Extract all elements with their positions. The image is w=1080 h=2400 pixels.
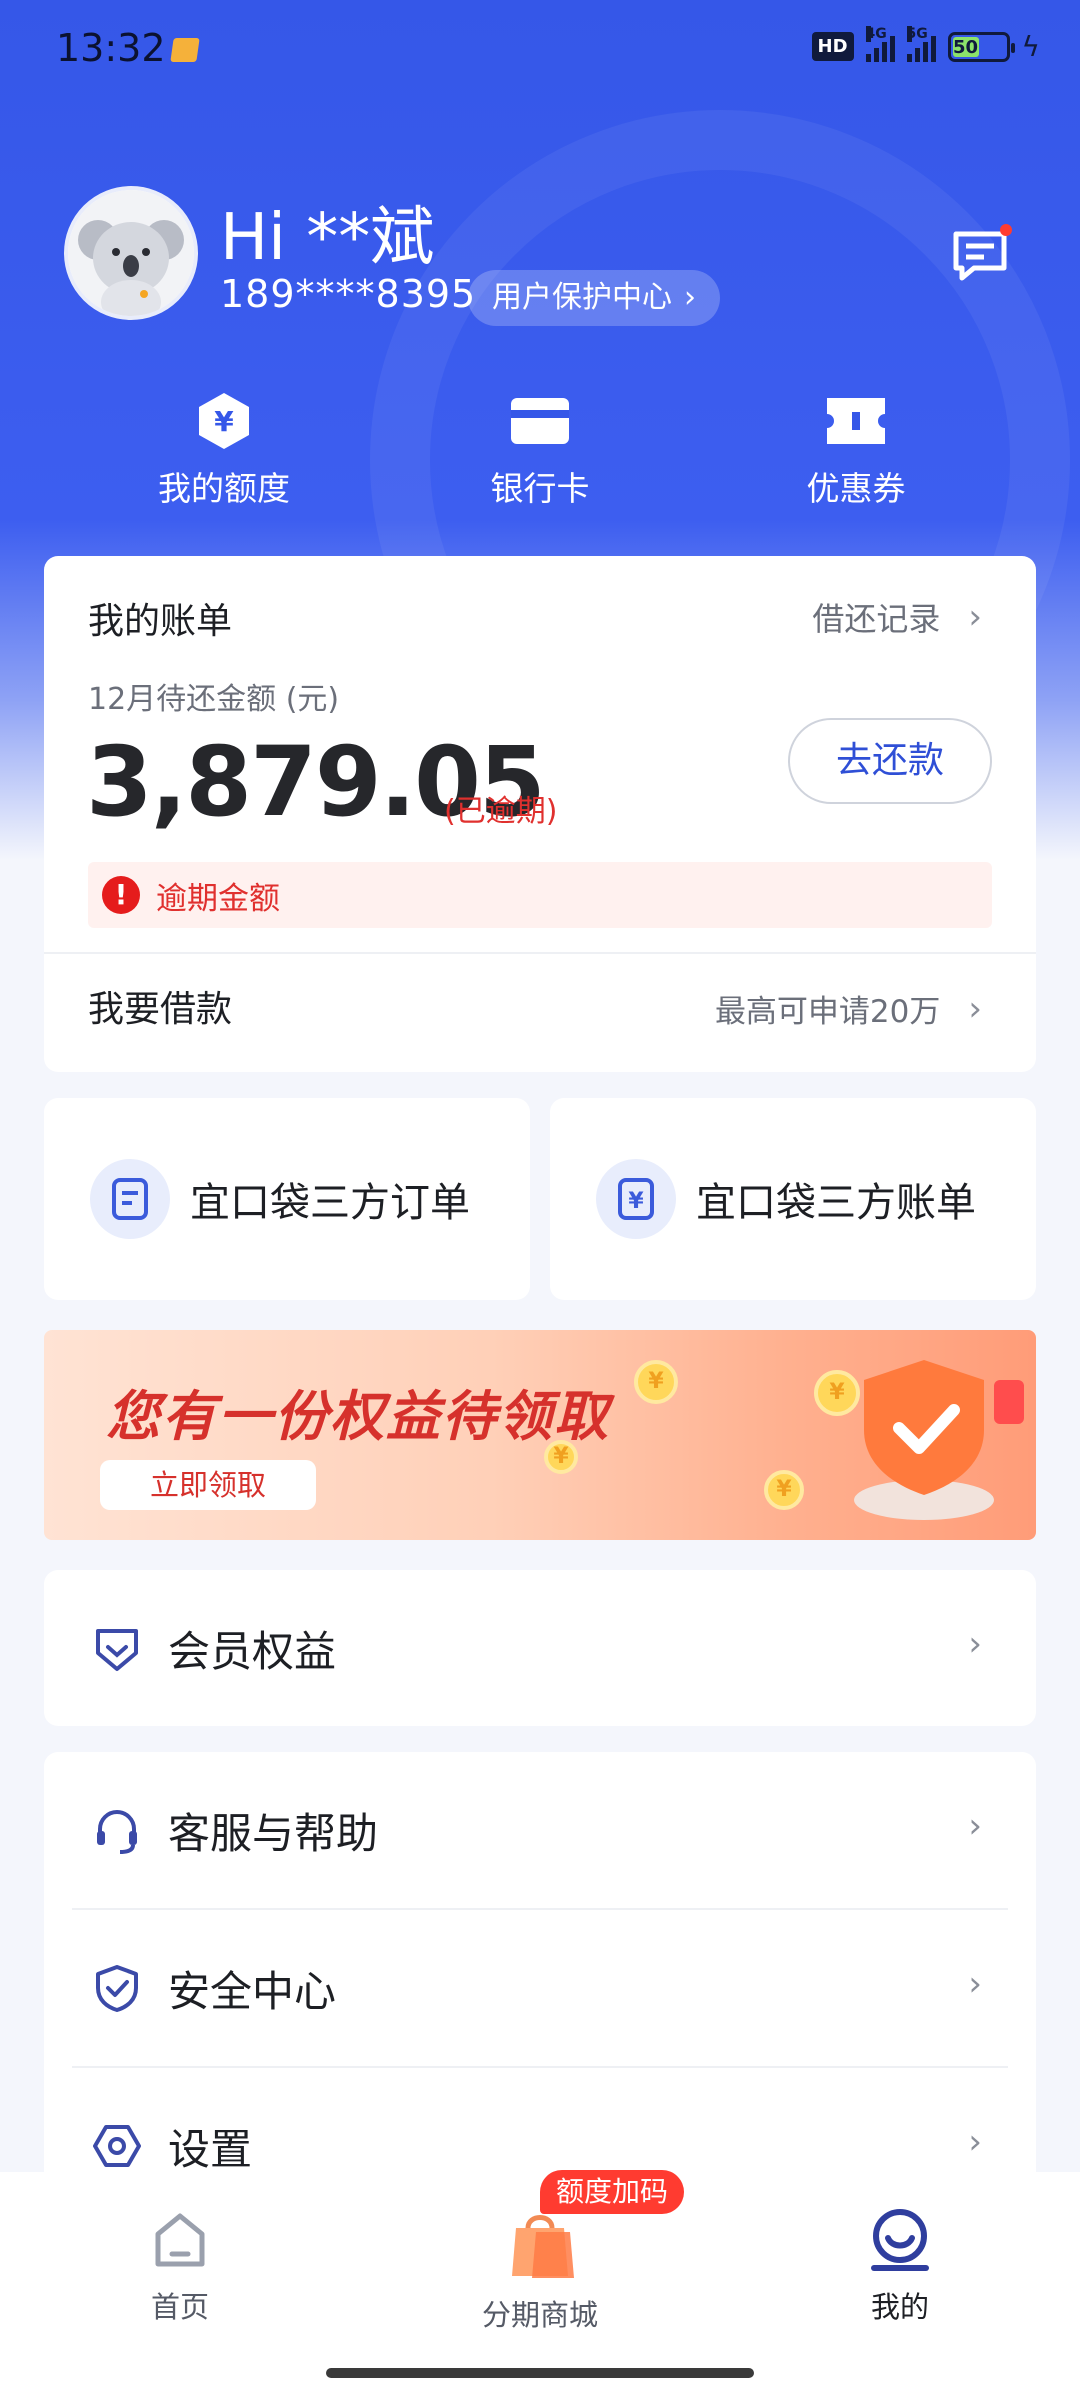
bill-title: 我的账单 [88,601,233,642]
koala-avatar-icon [68,190,194,316]
quota-boost-badge: 额度加码 [540,2170,685,2214]
menu-item-label: 客服与帮助 [168,1808,379,1858]
member-benefits-card[interactable]: 会员权益 › [44,1570,1036,1726]
message-button[interactable] [950,224,1012,282]
home-icon [155,2213,205,2267]
bill-card: 我的账单 借还记录 › 12月待还金额 (元) 3,879.05 (已逾期) 去… [44,556,1036,1072]
chevron-right-icon: › [968,1964,982,2004]
chevron-right-icon: › [968,1624,982,1664]
quick-coupons[interactable]: 优惠券 [746,390,966,510]
quick-label: 我的额度 [158,469,290,508]
notification-icon [170,38,200,62]
claim-now-button[interactable]: 立即领取 [100,1460,316,1510]
unread-dot [1000,224,1012,236]
yuan-hexagon-icon: ¥ [193,390,255,452]
coupon-icon [825,390,887,452]
menu-item-member-benefits[interactable]: 会员权益 › [44,1570,1036,1726]
user-phone: 189****8395 [220,272,477,316]
signal-4g-icon: 4G [865,25,895,62]
member-badge-icon [96,1629,138,1671]
promo-banner[interactable]: 您有一份权益待领取 立即领取 ¥ ¥ ¥ ¥ [44,1330,1036,1540]
third-party-bill-card[interactable]: ¥ 宜口袋三方账单 [550,1098,1036,1300]
menu-item-security-center[interactable]: 安全中心 › [44,1910,1036,2066]
chevron-right-icon: › [968,2122,982,2162]
settings-hexagon-icon [93,2125,141,2167]
quick-my-quota[interactable]: ¥ 我的额度 [114,390,334,510]
divider [44,952,1036,954]
menu-item-label: 会员权益 [168,1626,337,1676]
charging-icon: ϟ [1021,30,1040,63]
headset-icon [97,1810,137,1854]
chevron-right-icon: › [684,280,696,315]
third-party-bill-label: 宜口袋三方账单 [696,1180,976,1226]
shield-reward-icon [854,1360,1024,1520]
hd-voice-icon: HD [811,32,854,61]
user-protection-label: 用户保护中心 [492,280,672,315]
svg-text:¥: ¥ [628,1189,644,1214]
yuan-bill-icon: ¥ [596,1159,676,1239]
menu-item-label: 设置 [168,2124,253,2174]
chevron-right-icon: › [968,988,982,1029]
overdue-tag: (已逾期) [444,794,558,829]
quick-bank-card[interactable]: 银行卡 [430,390,650,510]
home-indicator[interactable] [326,2368,754,2378]
shield-check-icon [96,1965,138,2012]
battery-level: 50 [952,36,979,58]
overdue-alert-text: 逾期金额 [156,880,280,917]
borrow-hint: 最高可申请20万 [714,994,941,1030]
network-5g-label: 5G [906,25,928,42]
tab-label: 首页 [150,2290,209,2324]
tab-label: 我的 [870,2290,929,2324]
coin-icon: ¥ [544,1440,578,1474]
bank-card-icon [509,390,571,452]
chevron-right-icon: › [968,597,982,637]
exclamation-icon: ! [102,876,140,914]
coin-icon: ¥ [634,1360,678,1404]
tab-installment-mall[interactable]: 分期商城 [450,2208,630,2334]
quick-label: 银行卡 [490,469,590,508]
repayment-history-label: 借还记录 [812,600,941,638]
banner-title: 您有一份权益待领取 [106,1385,610,1448]
settings-menu-card: 客服与帮助 › 安全中心 › 设置 › [44,1752,1036,2224]
signal-5g-icon: 5G [906,25,936,62]
borrow-title[interactable]: 我要借款 [88,980,232,1032]
status-bar: 13:32 HD 4G 5G 50 ϟ [0,0,1080,100]
menu-item-label: 安全中心 [168,1966,337,2016]
coin-icon: ¥ [764,1470,804,1510]
quick-label: 优惠券 [806,469,906,508]
battery-icon: 50 [947,31,1015,62]
repay-button[interactable]: 去还款 [788,718,992,804]
menu-item-customer-service[interactable]: 客服与帮助 › [44,1752,1036,1908]
borrow-link[interactable]: 最高可申请20万 › [715,986,982,1031]
tab-label: 分期商城 [481,2298,598,2332]
network-4g-label: 4G [865,25,887,42]
status-icons: HD 4G 5G 50 ϟ [811,25,1040,63]
order-doc-icon [90,1159,170,1239]
user-greeting: Hi **斌 [220,201,435,275]
tab-mine[interactable]: 我的 [810,2208,990,2326]
chevron-right-icon: › [968,1806,982,1846]
shopping-bag-icon [512,2215,574,2278]
repayment-history-link[interactable]: 借还记录 › [812,594,982,640]
profile-smile-icon [871,2209,929,2271]
avatar[interactable] [64,186,198,320]
overdue-alert[interactable]: ! 逾期金额 [88,862,992,928]
due-amount-label: 12月待还金额 (元) [88,682,340,717]
third-party-order-card[interactable]: 宜口袋三方订单 [44,1098,530,1300]
third-party-order-label: 宜口袋三方订单 [190,1180,470,1226]
tab-home[interactable]: 首页 [90,2208,270,2326]
svg-text:¥: ¥ [214,405,234,438]
status-time: 13:32 [56,26,166,70]
message-icon [953,231,1007,281]
user-protection-center-button[interactable]: 用户保护中心 › [468,270,720,326]
